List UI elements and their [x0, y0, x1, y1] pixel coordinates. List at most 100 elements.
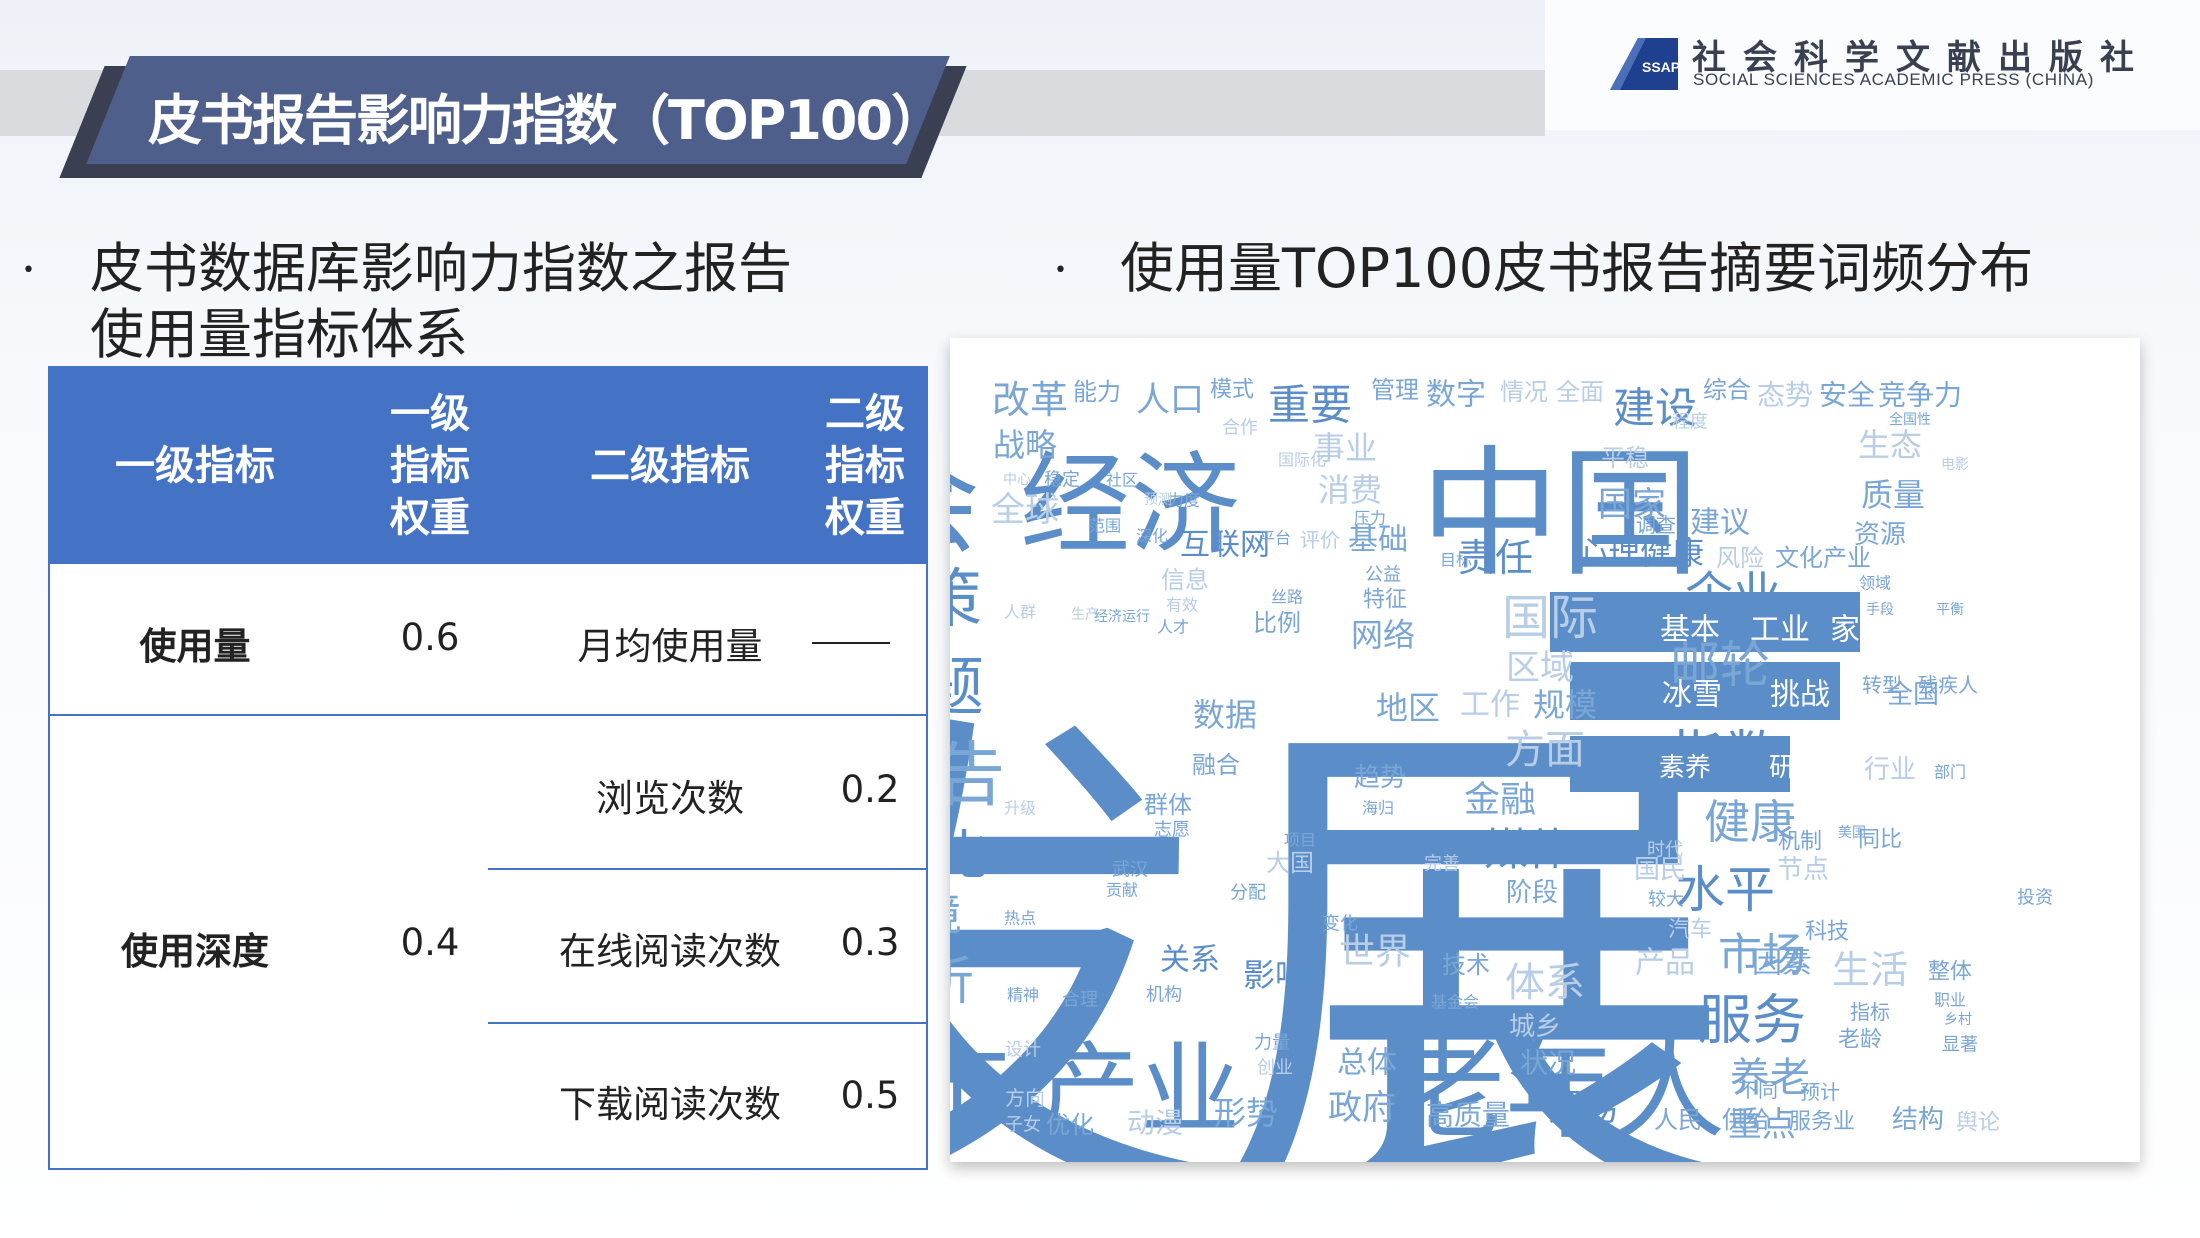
word-cloud-term: 产品 [1635, 946, 1695, 981]
header-text: 指标 [390, 443, 470, 489]
word-cloud-term: 人民 [1654, 1106, 1702, 1134]
word-cloud-term: 变化 [1322, 914, 1358, 935]
word-cloud-term: 特征 [1363, 588, 1407, 613]
row-divider [50, 714, 926, 716]
word-cloud-term: 影响 [1243, 956, 1307, 994]
word-cloud-term: 文化 [950, 824, 988, 887]
word-cloud-term: 能力 [1073, 378, 1121, 406]
word-cloud-term: 网络 [1351, 616, 1415, 654]
word-cloud-term: 合理 [1062, 990, 1098, 1011]
word-cloud-term: 分析 [950, 952, 974, 1012]
word-cloud-term: 生产 [1071, 607, 1099, 623]
word-cloud-term: 问题 [950, 651, 984, 725]
word-cloud-term: 力量 [1254, 1033, 1290, 1054]
word-cloud-term: 消费 [1318, 471, 1382, 509]
word-cloud-term: 优化 [1046, 1111, 1094, 1139]
cell-depth-weight: 0.4 [400, 921, 460, 964]
word-cloud-term: 改革 [992, 378, 1068, 422]
header-level2-indicator: 二级指标 [590, 443, 750, 489]
word-cloud-term: 电影 [1941, 457, 1969, 473]
word-cloud-term: 显著 [1942, 1035, 1978, 1056]
word-cloud-term: 城乡 [1509, 1012, 1561, 1042]
word-cloud-term: 供给 [1722, 1106, 1770, 1134]
publisher-name-en: SOCIAL SCIENCES ACADEMIC PRESS (CHINA) [1693, 70, 2094, 89]
word-cloud-term: 信息 [1161, 566, 1209, 594]
cell-downloads-weight: 0.5 [840, 1074, 900, 1117]
word-cloud-term: 合作 [1222, 418, 1258, 439]
word-cloud-term: 互联网 [1180, 528, 1270, 563]
right-heading: 使用量TOP100皮书报告摘要词频分布 [1120, 237, 2034, 300]
word-cloud-term: 金融 [1464, 780, 1536, 821]
word-cloud-term: 公益 [1365, 565, 1401, 586]
header-level2-weight: 二级 指标 权重 [810, 388, 920, 544]
word-cloud-term: 区域 [1506, 648, 1574, 688]
word-cloud-term: 形势 [1214, 1094, 1278, 1132]
word-cloud-term: 有效 [1166, 596, 1198, 615]
word-cloud-term: 体系 [1505, 960, 1585, 1006]
word-cloud-term: 热点 [1004, 909, 1036, 928]
word-cloud-term: 环境 [950, 890, 962, 941]
header-text: 一级 [390, 391, 470, 437]
header-text: 权重 [390, 495, 470, 541]
cell-downloads: 下载阅读次数 [559, 1083, 781, 1126]
indicator-table: 一级指标 一级 指标 权重 二级指标 二级 指标 权重 使用量 0.6 月均使用… [48, 366, 928, 1170]
word-cloud-term: 重要 [1268, 381, 1352, 430]
word-cloud-term: 领域 [1859, 574, 1891, 593]
word-cloud-term: 全球 [991, 490, 1059, 530]
word-cloud-term: 阶段 [1506, 878, 1558, 908]
word-cloud-term: 乡村 [1944, 1012, 1972, 1028]
word-cloud-term: 残疾人 [1918, 673, 1978, 697]
left-heading-line1: 皮书数据库影响力指数之报告 [90, 237, 792, 300]
word-cloud-term: 总体 [1337, 1046, 1397, 1081]
word-cloud-term: 挑战 [1770, 678, 1830, 713]
word-cloud-term: 基金会 [1431, 993, 1479, 1012]
word-cloud-term: 经济运行 [1094, 609, 1150, 625]
header-level1-weight: 一级 指标 权重 [360, 388, 500, 544]
cell-usage-depth: 使用深度 [121, 930, 269, 973]
header-text: 二级 [825, 391, 905, 437]
bullet-dot: • [1054, 258, 1067, 283]
word-cloud-term: 服务业 [1789, 1110, 1855, 1135]
word-cloud-term: 压力 [1354, 509, 1386, 528]
word-cloud-term: 平衡 [1936, 602, 1964, 618]
word-cloud-term: 动漫 [1127, 1107, 1183, 1140]
cell-monthly-usage: 月均使用量 [577, 625, 763, 668]
word-cloud-term: 国际 [1502, 590, 1598, 646]
word-cloud-term: 方面 [1505, 727, 1585, 773]
word-cloud-term: 媒体 [1484, 825, 1572, 876]
word-cloud-term: 机构 [1146, 985, 1182, 1006]
word-cloud-term: 升级 [1004, 799, 1036, 818]
word-cloud-term: 文化产业 [1775, 544, 1871, 572]
word-cloud-term: 建议 [1690, 506, 1750, 541]
word-cloud-term: 世界 [1339, 932, 1411, 973]
word-cloud-term: 老龄 [1838, 1028, 1882, 1053]
word-cloud-term: 关系 [1160, 943, 1220, 978]
word-cloud-term: 稳定 [1044, 470, 1080, 491]
word-cloud-term: 比例 [1253, 609, 1301, 637]
word-cloud-term: 战略 [993, 426, 1057, 464]
word-cloud-term: 汽车 [1668, 918, 1712, 943]
word-cloud-term: 政策 [950, 563, 982, 637]
bullet-dot: • [22, 258, 35, 283]
word-cloud-term: 报告 [950, 734, 1005, 816]
word-cloud-term: 完善 [1424, 854, 1460, 875]
cell-usage-weight: 0.6 [400, 616, 460, 659]
cell-usage: 使用量 [139, 625, 251, 668]
cell-online-reads-weight: 0.3 [840, 921, 900, 964]
word-cloud-term: 风险 [1716, 544, 1764, 572]
row-divider [488, 1022, 926, 1024]
word-cloud-term: 基本 [1660, 613, 1720, 648]
word-cloud-term: 海归 [1362, 799, 1394, 818]
row-divider [488, 868, 926, 870]
word-cloud-term: 范围 [1089, 517, 1121, 536]
word-cloud-term: 精神 [1007, 986, 1039, 1005]
word-cloud-term: 项目 [1284, 831, 1316, 850]
word-cloud-term: 美国 [1838, 825, 1866, 841]
word-cloud-term: 预计 [1800, 1080, 1840, 1104]
word-cloud-term: 人才 [1157, 618, 1189, 637]
word-cloud-term: 职业 [1934, 991, 1966, 1010]
left-heading: 皮书数据库影响力指数之报告 使用量指标体系 [90, 236, 870, 368]
word-cloud-term: 生态 [1858, 426, 1922, 464]
word-cloud-term: 不同 [1738, 1078, 1778, 1102]
word-cloud-term: 安全 [1819, 379, 1875, 412]
